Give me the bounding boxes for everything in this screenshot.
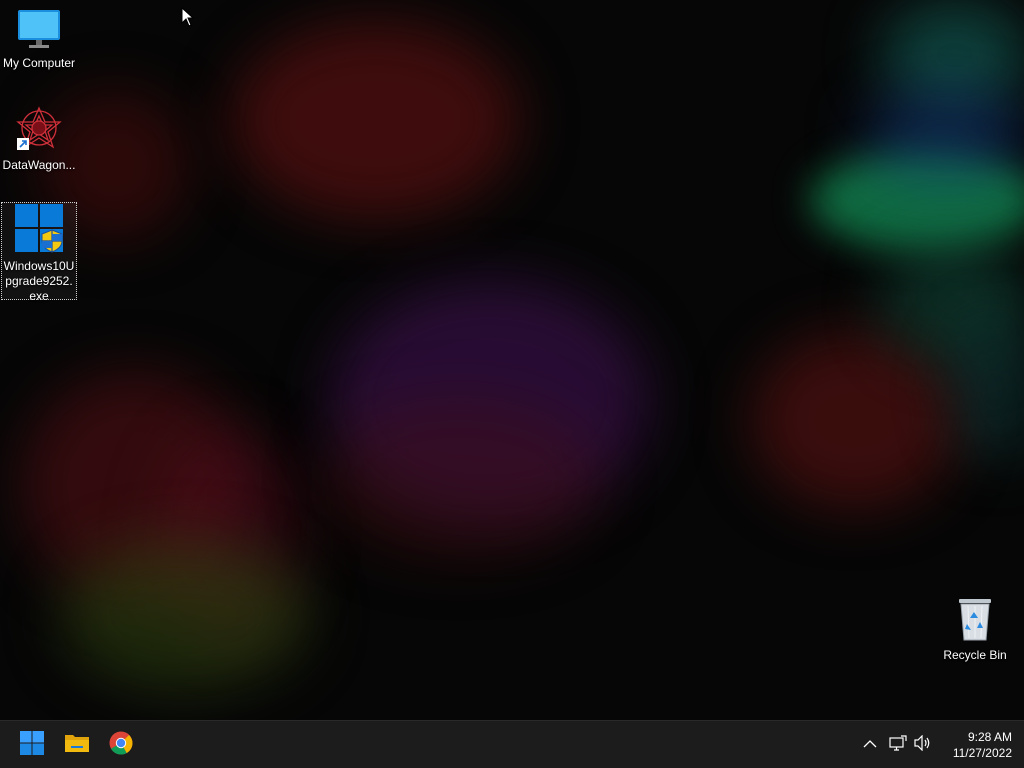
desktop-icon-label: Windows10Upgrade9252.exe: [3, 259, 75, 303]
start-button[interactable]: [12, 727, 52, 763]
folder-icon: [64, 732, 90, 759]
desktop-icon-windows-upgrade[interactable]: Windows10Upgrade9252.exe: [1, 202, 77, 303]
taskbar: 9:28 AM 11/27/2022: [0, 720, 1024, 768]
desktop-icon-label: Recycle Bin: [943, 648, 1007, 662]
show-hidden-icons-button[interactable]: [860, 733, 880, 757]
datawagon-logo-icon: [1, 106, 77, 156]
desktop[interactable]: My Computer DataWagon... Windows10Upgrad…: [0, 0, 1024, 768]
chrome-icon: [109, 731, 133, 760]
windows-start-icon: [20, 730, 44, 760]
network-icon: [889, 734, 907, 756]
desktop-icon-label: My Computer: [2, 56, 76, 70]
file-explorer-button[interactable]: [57, 727, 97, 763]
chrome-button[interactable]: [101, 727, 141, 763]
volume-button[interactable]: [912, 733, 934, 757]
clock-button[interactable]: 9:28 AM 11/27/2022: [940, 729, 1012, 761]
desktop-icon-datawagon[interactable]: DataWagon...: [1, 106, 77, 173]
chevron-up-icon: [863, 736, 877, 754]
recycle-bin-icon: [937, 596, 1013, 646]
desktop-icon-recycle-bin[interactable]: Recycle Bin: [937, 596, 1013, 663]
network-button[interactable]: [887, 733, 909, 757]
clock-time: 9:28 AM: [967, 730, 1012, 744]
desktop-icon-my-computer[interactable]: My Computer: [1, 8, 77, 71]
windows-upgrade-icon: [2, 203, 76, 257]
clock-date: 11/27/2022: [952, 746, 1012, 760]
mouse-cursor-icon: [181, 6, 195, 32]
volume-icon: [914, 734, 932, 756]
desktop-icon-label: DataWagon...: [2, 158, 76, 172]
monitor-icon: [1, 8, 77, 54]
